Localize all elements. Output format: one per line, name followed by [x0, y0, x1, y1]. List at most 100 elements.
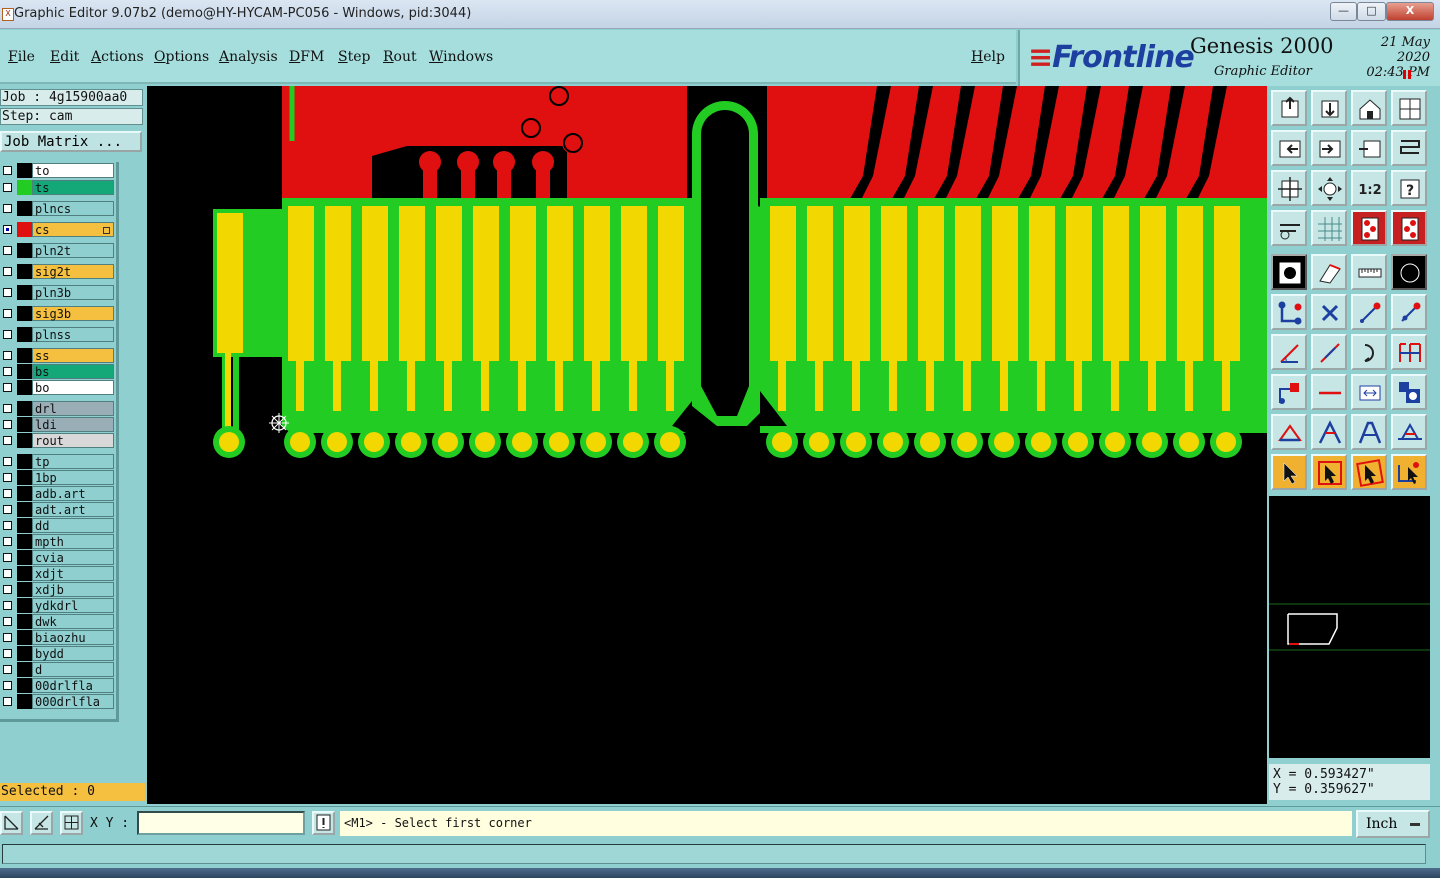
- layer-color-swatch[interactable]: [17, 614, 32, 629]
- layer-color-swatch[interactable]: [17, 470, 32, 485]
- arc-fill-icon[interactable]: [1271, 414, 1307, 450]
- layer-color-swatch[interactable]: [17, 264, 32, 279]
- pan-right-icon[interactable]: [1311, 130, 1347, 166]
- layer-row-to[interactable]: to: [0, 163, 116, 178]
- layer-row-000drlfla[interactable]: 000drlfla: [0, 694, 116, 709]
- redraw-icon[interactable]: [1391, 90, 1427, 126]
- layer-row-drl[interactable]: drl: [0, 401, 116, 416]
- layer-color-swatch[interactable]: [17, 380, 32, 395]
- corner-a-icon[interactable]: [1311, 414, 1347, 450]
- layer-checkbox[interactable]: [3, 505, 12, 514]
- center-icon[interactable]: [1311, 170, 1347, 206]
- menu-dfm[interactable]: DFM: [289, 49, 324, 65]
- layer-checkbox[interactable]: [3, 649, 12, 658]
- layer-row-ts[interactable]: ts: [0, 180, 116, 195]
- layer-color-swatch[interactable]: [17, 582, 32, 597]
- layer-name[interactable]: adb.art: [32, 486, 114, 501]
- group-icon[interactable]: [1391, 374, 1427, 410]
- menu-edit[interactable]: Edit: [50, 49, 79, 65]
- layer-color-swatch[interactable]: [17, 243, 32, 258]
- layer-checkbox[interactable]: [3, 585, 12, 594]
- layer-name[interactable]: 1bp: [32, 470, 114, 485]
- layer-red-b-icon[interactable]: [1391, 210, 1427, 246]
- overview-map[interactable]: [1269, 496, 1430, 758]
- layer-name[interactable]: adt.art: [32, 502, 114, 517]
- layer-name[interactable]: plnss: [32, 327, 114, 342]
- layer-color-swatch[interactable]: [17, 598, 32, 613]
- layer-name[interactable]: pln3b: [32, 285, 114, 300]
- layer-row-xdjb[interactable]: xdjb: [0, 582, 116, 597]
- pointer-edit-icon[interactable]: [1351, 454, 1387, 490]
- layer-checkbox[interactable]: [3, 697, 12, 706]
- menu-analysis[interactable]: Analysis: [219, 49, 278, 65]
- layer-row-bs[interactable]: bs: [0, 364, 116, 379]
- layer-row-d[interactable]: d: [0, 662, 116, 677]
- layer-name[interactable]: xdjb: [32, 582, 114, 597]
- zoom-width-icon[interactable]: [1351, 130, 1387, 166]
- layer-row-pln2t[interactable]: pln2t: [0, 243, 116, 258]
- connect-icon[interactable]: [1271, 294, 1307, 330]
- layer-name[interactable]: ydkdrl: [32, 598, 114, 613]
- layer-row-plnss[interactable]: plnss: [0, 327, 116, 342]
- unit-selector[interactable]: Inch: [1356, 810, 1430, 838]
- layer-row-biaozhu[interactable]: biaozhu: [0, 630, 116, 645]
- select-feature-icon[interactable]: [1271, 254, 1307, 290]
- layer-name[interactable]: dwk: [32, 614, 114, 629]
- layer-name[interactable]: tp: [32, 454, 114, 469]
- pan-left-icon[interactable]: [1271, 130, 1307, 166]
- xy-input[interactable]: [137, 811, 305, 835]
- layer-row-adt-art[interactable]: adt.art: [0, 502, 116, 517]
- layer-color-swatch[interactable]: [17, 433, 32, 448]
- layer-name[interactable]: 000drlfla: [32, 694, 114, 709]
- layer-checkbox[interactable]: [3, 633, 12, 642]
- minimize-button[interactable]: —: [1330, 2, 1357, 21]
- layer-name[interactable]: d: [32, 662, 114, 677]
- pointer-icon[interactable]: [1271, 454, 1307, 490]
- menu-options[interactable]: Options: [154, 49, 209, 65]
- layer-name[interactable]: ss: [32, 348, 114, 363]
- layer-name[interactable]: dd: [32, 518, 114, 533]
- scale-1-2-icon[interactable]: 1:2: [1351, 170, 1387, 206]
- layer-checkbox[interactable]: [3, 351, 12, 360]
- grid-icon[interactable]: [1311, 210, 1347, 246]
- layer-name[interactable]: drl: [32, 401, 114, 416]
- menu-step[interactable]: Step: [338, 49, 370, 65]
- layer-row-mpth[interactable]: mpth: [0, 534, 116, 549]
- layer-color-swatch[interactable]: [17, 630, 32, 645]
- undo-arc-icon[interactable]: [1351, 334, 1387, 370]
- maximize-button[interactable]: □: [1357, 2, 1386, 21]
- layer-row-adb-art[interactable]: adb.art: [0, 486, 116, 501]
- layer-row-ss[interactable]: ss: [0, 348, 116, 363]
- layer-checkbox[interactable]: [3, 569, 12, 578]
- layer-checkbox[interactable]: [3, 246, 12, 255]
- layer-color-swatch[interactable]: [17, 327, 32, 342]
- layer-checkbox[interactable]: [3, 457, 12, 466]
- layer-color-swatch[interactable]: [17, 534, 32, 549]
- layer-row-tp[interactable]: tp: [0, 454, 116, 469]
- move-icon[interactable]: [1311, 254, 1347, 290]
- layer-red-a-icon[interactable]: [1351, 210, 1387, 246]
- layer-row-cs[interactable]: cs: [0, 222, 116, 237]
- layer-color-swatch[interactable]: [17, 364, 32, 379]
- layer-name[interactable]: sig2t: [32, 264, 114, 279]
- layer-name[interactable]: to: [32, 163, 114, 178]
- layer-name[interactable]: xdjt: [32, 566, 114, 581]
- layer-row-pln3b[interactable]: pln3b: [0, 285, 116, 300]
- layer-name[interactable]: bs: [32, 364, 114, 379]
- layer-color-swatch[interactable]: [17, 550, 32, 565]
- pointer-box-icon[interactable]: [1311, 454, 1347, 490]
- alert-button[interactable]: [312, 811, 335, 835]
- layer-color-swatch[interactable]: [17, 518, 32, 533]
- layer-color-swatch[interactable]: [17, 454, 32, 469]
- layer-color-swatch[interactable]: [17, 163, 32, 178]
- menu-file[interactable]: File: [8, 49, 35, 65]
- layer-checkbox[interactable]: [3, 665, 12, 674]
- pause-icon[interactable]: [1403, 70, 1411, 79]
- layer-row-ldi[interactable]: ldi: [0, 417, 116, 432]
- layer-checkbox[interactable]: [3, 367, 12, 376]
- layer-checkbox[interactable]: [3, 521, 12, 530]
- ruler-icon[interactable]: [1351, 254, 1387, 290]
- line-angle-icon[interactable]: [1271, 334, 1307, 370]
- layer-name[interactable]: cs: [32, 222, 114, 237]
- menu-actions[interactable]: Actions: [91, 49, 144, 65]
